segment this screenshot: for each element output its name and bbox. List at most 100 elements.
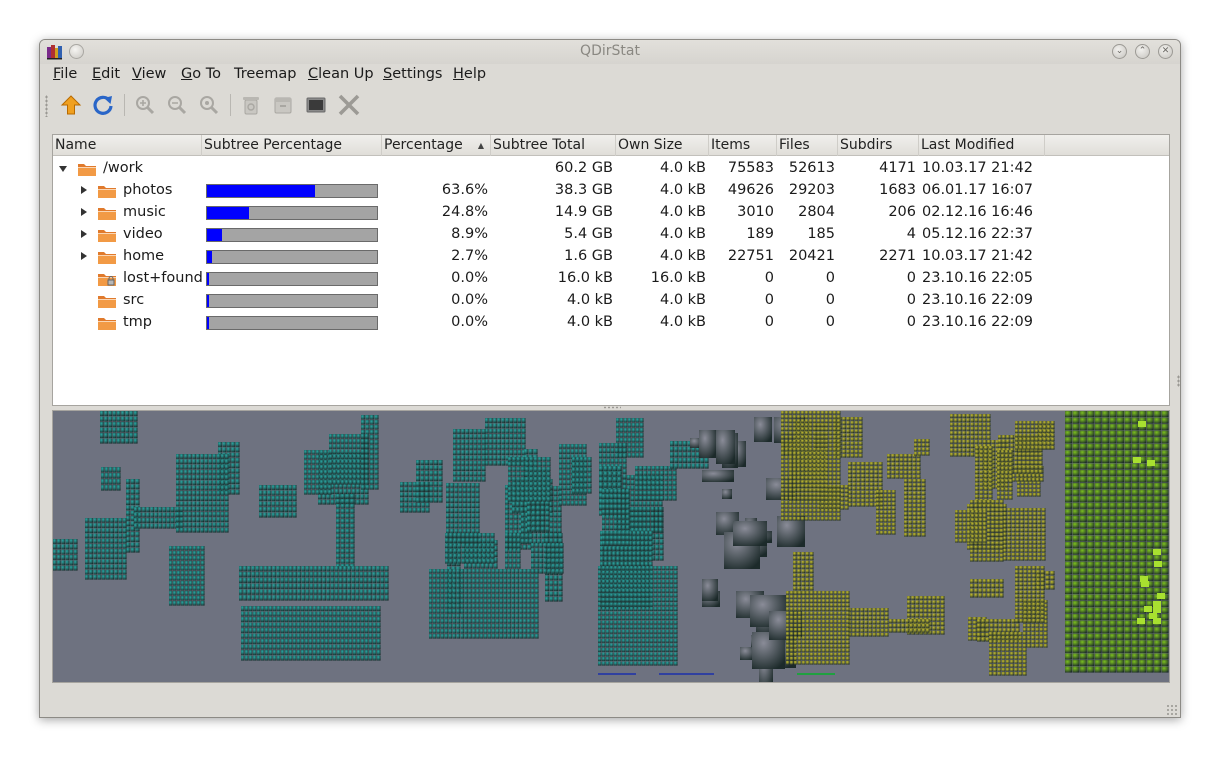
treemap-tile-photos[interactable] xyxy=(640,561,645,567)
treemap-tile-photos[interactable] xyxy=(630,597,634,602)
treemap-tile-photos[interactable] xyxy=(505,563,509,569)
treemap-tile-photos[interactable] xyxy=(484,584,488,589)
treemap-tile-photos[interactable] xyxy=(361,430,366,435)
treemap-tile-photos[interactable] xyxy=(309,650,313,656)
treemap-tile-photos[interactable] xyxy=(639,476,643,481)
treemap-tile-photos[interactable] xyxy=(216,464,221,470)
treemap-tile-photos[interactable] xyxy=(674,611,678,616)
treemap-tile-photos[interactable] xyxy=(189,566,193,571)
treemap-tile-photos[interactable] xyxy=(626,620,630,625)
treemap-tile-music[interactable] xyxy=(899,454,904,458)
treemap-tile-photos[interactable] xyxy=(539,563,543,569)
treemap-tile-photos[interactable] xyxy=(293,644,297,650)
treemap-tile-photos[interactable] xyxy=(464,594,468,599)
treemap-tile-photos[interactable] xyxy=(61,544,66,550)
treemap-tile-photos[interactable] xyxy=(304,470,308,475)
treemap-tile-photos[interactable] xyxy=(525,497,530,502)
treemap-tile-photos[interactable] xyxy=(618,520,622,525)
treemap-tile-photos[interactable] xyxy=(122,538,127,544)
treemap-tile-photos[interactable] xyxy=(509,563,513,569)
treemap-tile-photos[interactable] xyxy=(333,474,337,480)
treemap-tile-photos[interactable] xyxy=(247,571,252,578)
treemap-tile-photos[interactable] xyxy=(420,486,425,492)
treemap-tile-photos[interactable] xyxy=(620,546,625,552)
treemap-tile-photos[interactable] xyxy=(337,449,341,454)
treemap-tile-photos[interactable] xyxy=(456,594,461,599)
treemap-tile-photos[interactable] xyxy=(373,611,377,617)
treemap-tile-photos[interactable] xyxy=(109,479,113,485)
treemap-tile-photos[interactable] xyxy=(314,595,318,601)
treemap-tile-photos[interactable] xyxy=(460,584,464,589)
treemap-tile-photos[interactable] xyxy=(520,472,525,477)
treemap-tile-photos[interactable] xyxy=(185,591,189,596)
treemap-tile-photos[interactable] xyxy=(93,559,98,565)
side-resize-handle[interactable] xyxy=(1177,375,1180,387)
treemap-tile-photos[interactable] xyxy=(440,604,445,609)
treemap-tile-photos[interactable] xyxy=(312,480,316,485)
treemap-tile-photos[interactable] xyxy=(192,485,196,491)
treemap-tile-photos[interactable] xyxy=(608,471,613,477)
treemap-tile-photos[interactable] xyxy=(353,439,357,444)
treemap-tile-photos[interactable] xyxy=(345,514,350,519)
treemap-tile-photos[interactable] xyxy=(674,616,678,621)
treemap-tile-photos[interactable] xyxy=(602,597,606,602)
treemap-tile-photos[interactable] xyxy=(273,606,277,612)
treemap-tile-photos[interactable] xyxy=(614,643,618,648)
treemap-tile-photos[interactable] xyxy=(384,595,389,601)
treemap-tile-photos[interactable] xyxy=(265,617,269,623)
treemap-tile-photos[interactable] xyxy=(345,628,349,634)
treemap-tile-photos[interactable] xyxy=(122,559,127,565)
treemap-tile-photos[interactable] xyxy=(461,434,465,440)
treemap-tile-photos[interactable] xyxy=(628,438,632,443)
treemap-tile-photos[interactable] xyxy=(216,475,221,480)
treemap-tile-photos[interactable] xyxy=(622,489,626,494)
treemap-tile-photos[interactable] xyxy=(507,599,512,604)
treemap-tile-photos[interactable] xyxy=(408,507,413,513)
treemap-tile-photos[interactable] xyxy=(135,500,140,506)
treemap-tile-photos[interactable] xyxy=(301,633,305,639)
treemap-tile-photos[interactable] xyxy=(320,480,324,485)
treemap-tile-photos[interactable] xyxy=(501,439,506,445)
treemap-tile-photos[interactable] xyxy=(480,629,484,634)
treemap-tile-photos[interactable] xyxy=(196,496,201,501)
treemap-tile-photos[interactable] xyxy=(606,611,610,616)
treemap-tile-photos[interactable] xyxy=(584,457,588,462)
treemap-tile-photos[interactable] xyxy=(110,569,114,575)
treemap-tile-photos[interactable] xyxy=(154,512,159,518)
treemap-tile-photos[interactable] xyxy=(662,602,666,607)
treemap-tile-photos[interactable] xyxy=(448,609,453,614)
treemap-tile-photos[interactable] xyxy=(185,586,189,591)
treemap-tile-photos[interactable] xyxy=(329,434,333,439)
treemap-tile-photos[interactable] xyxy=(662,620,666,625)
treemap-tile-photos[interactable] xyxy=(345,494,350,499)
treemap-tile-photos[interactable] xyxy=(473,466,478,471)
treemap-tile-photos[interactable] xyxy=(188,469,192,475)
treemap-tile-photos[interactable] xyxy=(370,460,375,465)
tree-row-tmp[interactable]: tmp 0.0% 4.0 kB 4.0 kB 0 0 0 23.10.16 22:09 xyxy=(53,312,1169,334)
treemap-tile-photos[interactable] xyxy=(672,481,677,486)
treemap-tile-photos[interactable] xyxy=(635,511,639,517)
treemap-tile-photos[interactable] xyxy=(224,469,229,475)
treemap-tile-photos[interactable] xyxy=(265,633,269,639)
treemap-tile-photos[interactable] xyxy=(634,620,638,625)
treemap-tile-photos[interactable] xyxy=(320,470,324,475)
treemap-tile-photos[interactable] xyxy=(257,639,261,645)
treemap-tile-photos[interactable] xyxy=(316,475,320,480)
treemap-tile-photos[interactable] xyxy=(176,464,180,470)
treemap-tile-photos[interactable] xyxy=(334,595,339,601)
treemap-tile-photos[interactable] xyxy=(189,571,193,576)
treemap-tile-photos[interactable] xyxy=(576,472,580,478)
treemap-tile-photos[interactable] xyxy=(247,583,252,589)
treemap-tile-photos[interactable] xyxy=(674,620,678,625)
treemap-tile-photos[interactable] xyxy=(651,476,656,481)
treemap-tile-photos[interactable] xyxy=(318,595,322,601)
treemap-tile-photos[interactable] xyxy=(224,490,229,496)
treemap-tile-photos[interactable] xyxy=(606,588,610,593)
treemap-tile-photos[interactable] xyxy=(133,438,138,444)
treemap-tile-photos[interactable] xyxy=(349,454,353,460)
treemap-tile-photos[interactable] xyxy=(610,525,614,531)
treemap-tile-photos[interactable] xyxy=(434,497,439,503)
treemap-tile-photos[interactable] xyxy=(630,661,634,666)
treemap-tile-photos[interactable] xyxy=(476,634,480,639)
treemap-tile-photos[interactable] xyxy=(572,472,576,478)
